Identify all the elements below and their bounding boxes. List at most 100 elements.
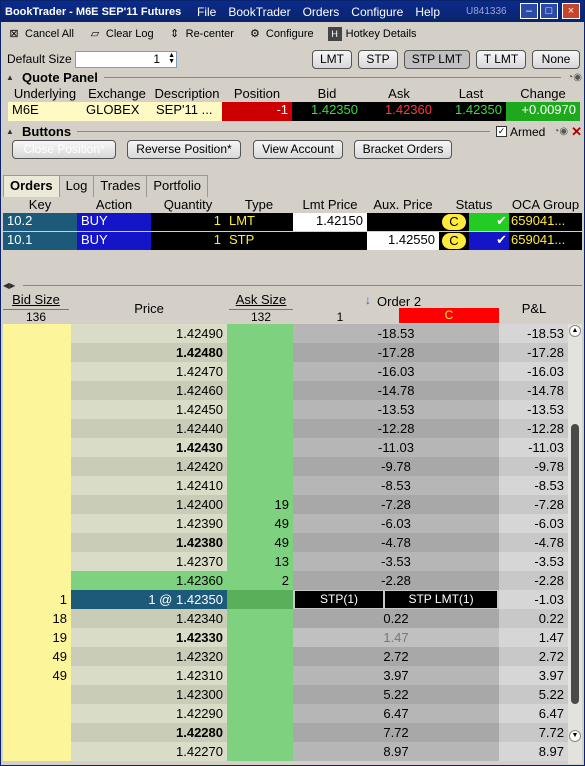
- ladder-row[interactable]: 1.42390 49 -6.03 -6.03: [3, 514, 568, 533]
- pane-splitter[interactable]: ◀▶: [3, 281, 582, 290]
- close-panel-icon[interactable]: ✕: [571, 124, 582, 140]
- pnl-cell[interactable]: -13.53: [499, 400, 568, 419]
- ask-size-cell[interactable]: [227, 666, 293, 685]
- maximize-button[interactable]: □: [540, 3, 558, 19]
- order-cell[interactable]: -6.03: [293, 514, 499, 533]
- order-lmt-price[interactable]: 1.42150: [293, 213, 367, 231]
- collapse-icon[interactable]: ▲: [6, 73, 16, 82]
- bracket-orders-button[interactable]: Bracket Orders: [354, 140, 452, 159]
- ladder-row[interactable]: 1.42450 -13.53 -13.53: [3, 400, 568, 419]
- price-cell[interactable]: 1.42450: [71, 400, 227, 419]
- price-cell[interactable]: 1.42380: [71, 533, 227, 552]
- order-type-none-button[interactable]: None: [532, 50, 580, 69]
- stp-lmt-order-badge[interactable]: STP LMT(1): [385, 591, 497, 608]
- price-cell[interactable]: 1.42390: [71, 514, 227, 533]
- stp-order-badge[interactable]: STP(1): [295, 591, 383, 608]
- tab-portfolio[interactable]: Portfolio: [146, 175, 209, 197]
- order-cell[interactable]: -18.53: [293, 324, 499, 343]
- close-position-button[interactable]: Close Position*: [12, 140, 116, 159]
- ladder-row[interactable]: 49 1.42310 3.97 3.97: [3, 666, 568, 685]
- price-cell[interactable]: 1.42360: [71, 571, 227, 590]
- order-aux-price[interactable]: 1.42550: [367, 232, 439, 250]
- pnl-cell[interactable]: -4.78: [499, 533, 568, 552]
- ladder-row[interactable]: 1.42370 13 -3.53 -3.53: [3, 552, 568, 571]
- pnl-cell[interactable]: -8.53: [499, 476, 568, 495]
- price-cell[interactable]: 1.42270: [71, 742, 227, 761]
- price-cell[interactable]: 1.42280: [71, 723, 227, 742]
- order-cell[interactable]: -12.28: [293, 419, 499, 438]
- collapse-icon[interactable]: ◀▶: [3, 281, 15, 290]
- ask-size-cell[interactable]: [227, 362, 293, 381]
- order-cell[interactable]: -14.78: [293, 381, 499, 400]
- order-cell[interactable]: -9.78: [293, 457, 499, 476]
- pnl-cell[interactable]: -12.28: [499, 419, 568, 438]
- ask-size-cell[interactable]: [227, 476, 293, 495]
- bid-size-cell[interactable]: [3, 419, 71, 438]
- price-cell[interactable]: 1.42400: [71, 495, 227, 514]
- order-cell[interactable]: 1.47: [293, 628, 499, 647]
- order-cell[interactable]: 0.22: [293, 609, 499, 628]
- bid-size-cell[interactable]: 49: [3, 647, 71, 666]
- recenter-button[interactable]: ⇕ Re-center: [168, 27, 234, 41]
- bid-size-cell[interactable]: [3, 723, 71, 742]
- order-cell[interactable]: -3.53: [293, 552, 499, 571]
- price-cell[interactable]: 1.42420: [71, 457, 227, 476]
- ask-size-cell[interactable]: 13: [227, 552, 293, 571]
- tab-log[interactable]: Log: [58, 175, 95, 197]
- ask-size-cell[interactable]: [227, 457, 293, 476]
- price-cell[interactable]: 1.42370: [71, 552, 227, 571]
- bid-size-cell[interactable]: 49: [3, 666, 71, 685]
- bid-size-header[interactable]: Bid Size: [3, 292, 69, 307]
- bid-size-cell[interactable]: [3, 495, 71, 514]
- bid-size-cell[interactable]: [3, 457, 71, 476]
- ladder-row[interactable]: 1.42480 -17.28 -17.28: [3, 343, 568, 362]
- ask-size-cell[interactable]: [227, 628, 293, 647]
- ladder-row[interactable]: 1.42400 19 -7.28 -7.28: [3, 495, 568, 514]
- bid-size-cell[interactable]: [3, 400, 71, 419]
- pnl-cell[interactable]: 7.72: [499, 723, 568, 742]
- ladder-row[interactable]: 1.42380 49 -4.78 -4.78: [3, 533, 568, 552]
- ladder-row[interactable]: 1.42300 5.22 5.22: [3, 685, 568, 704]
- order-cell[interactable]: -16.03: [293, 362, 499, 381]
- panel-settings-icon[interactable]: ◔◉: [567, 72, 582, 83]
- pnl-cell[interactable]: -2.28: [499, 571, 568, 590]
- price-cell[interactable]: 1.42480: [71, 343, 227, 362]
- menu-orders[interactable]: Orders: [297, 5, 346, 19]
- bid-size-cell[interactable]: 18: [3, 609, 71, 628]
- collapse-icon[interactable]: ▲: [6, 127, 16, 136]
- ladder-row[interactable]: 1.42440 -12.28 -12.28: [3, 419, 568, 438]
- pnl-cell[interactable]: -17.28: [499, 343, 568, 362]
- scroll-up-icon[interactable]: ▲: [569, 325, 581, 337]
- ladder-row[interactable]: 1.42470 -16.03 -16.03: [3, 362, 568, 381]
- order-type-stp-button[interactable]: STP: [358, 50, 398, 69]
- hotkey-details-button[interactable]: H Hotkey Details: [327, 27, 417, 41]
- order-type-lmt-button[interactable]: LMT: [312, 50, 352, 69]
- ladder-row[interactable]: 1.42430 -11.03 -11.03: [3, 438, 568, 457]
- order-cell[interactable]: -7.28: [293, 495, 499, 514]
- ladder-row[interactable]: 49 1.42320 2.72 2.72: [3, 647, 568, 666]
- bid-size-cell[interactable]: [3, 514, 71, 533]
- ask-size-cell[interactable]: [227, 609, 293, 628]
- pnl-cell[interactable]: 2.72: [499, 647, 568, 666]
- bid-size-cell[interactable]: [3, 362, 71, 381]
- order-aux-price[interactable]: [367, 213, 439, 231]
- price-cell[interactable]: 1.42290: [71, 704, 227, 723]
- order-cell[interactable]: 6.47: [293, 704, 499, 723]
- ask-size-header[interactable]: Ask Size: [229, 292, 293, 307]
- bid-size-cell[interactable]: [3, 704, 71, 723]
- ask-size-cell[interactable]: [227, 723, 293, 742]
- bid-size-cell[interactable]: [3, 533, 71, 552]
- order-row[interactable]: 10.1 BUY 1 STP 1.42550 C ✔ 659041...: [3, 232, 582, 250]
- ask-size-cell[interactable]: 2: [227, 571, 293, 590]
- ladder-row[interactable]: 1.42280 7.72 7.72: [3, 723, 568, 742]
- ladder-row[interactable]: 1.42460 -14.78 -14.78: [3, 381, 568, 400]
- price-cell[interactable]: 1.42300: [71, 685, 227, 704]
- default-size-input[interactable]: 1 ▲ ▼: [75, 50, 177, 68]
- price-cell[interactable]: 1.42410: [71, 476, 227, 495]
- price-cell[interactable]: 1 @ 1.42350: [71, 590, 227, 609]
- bid-size-cell[interactable]: [3, 476, 71, 495]
- order-cell[interactable]: -8.53: [293, 476, 499, 495]
- price-cell[interactable]: 1.42460: [71, 381, 227, 400]
- ask-size-cell[interactable]: [227, 438, 293, 457]
- order-cell[interactable]: -2.28: [293, 571, 499, 590]
